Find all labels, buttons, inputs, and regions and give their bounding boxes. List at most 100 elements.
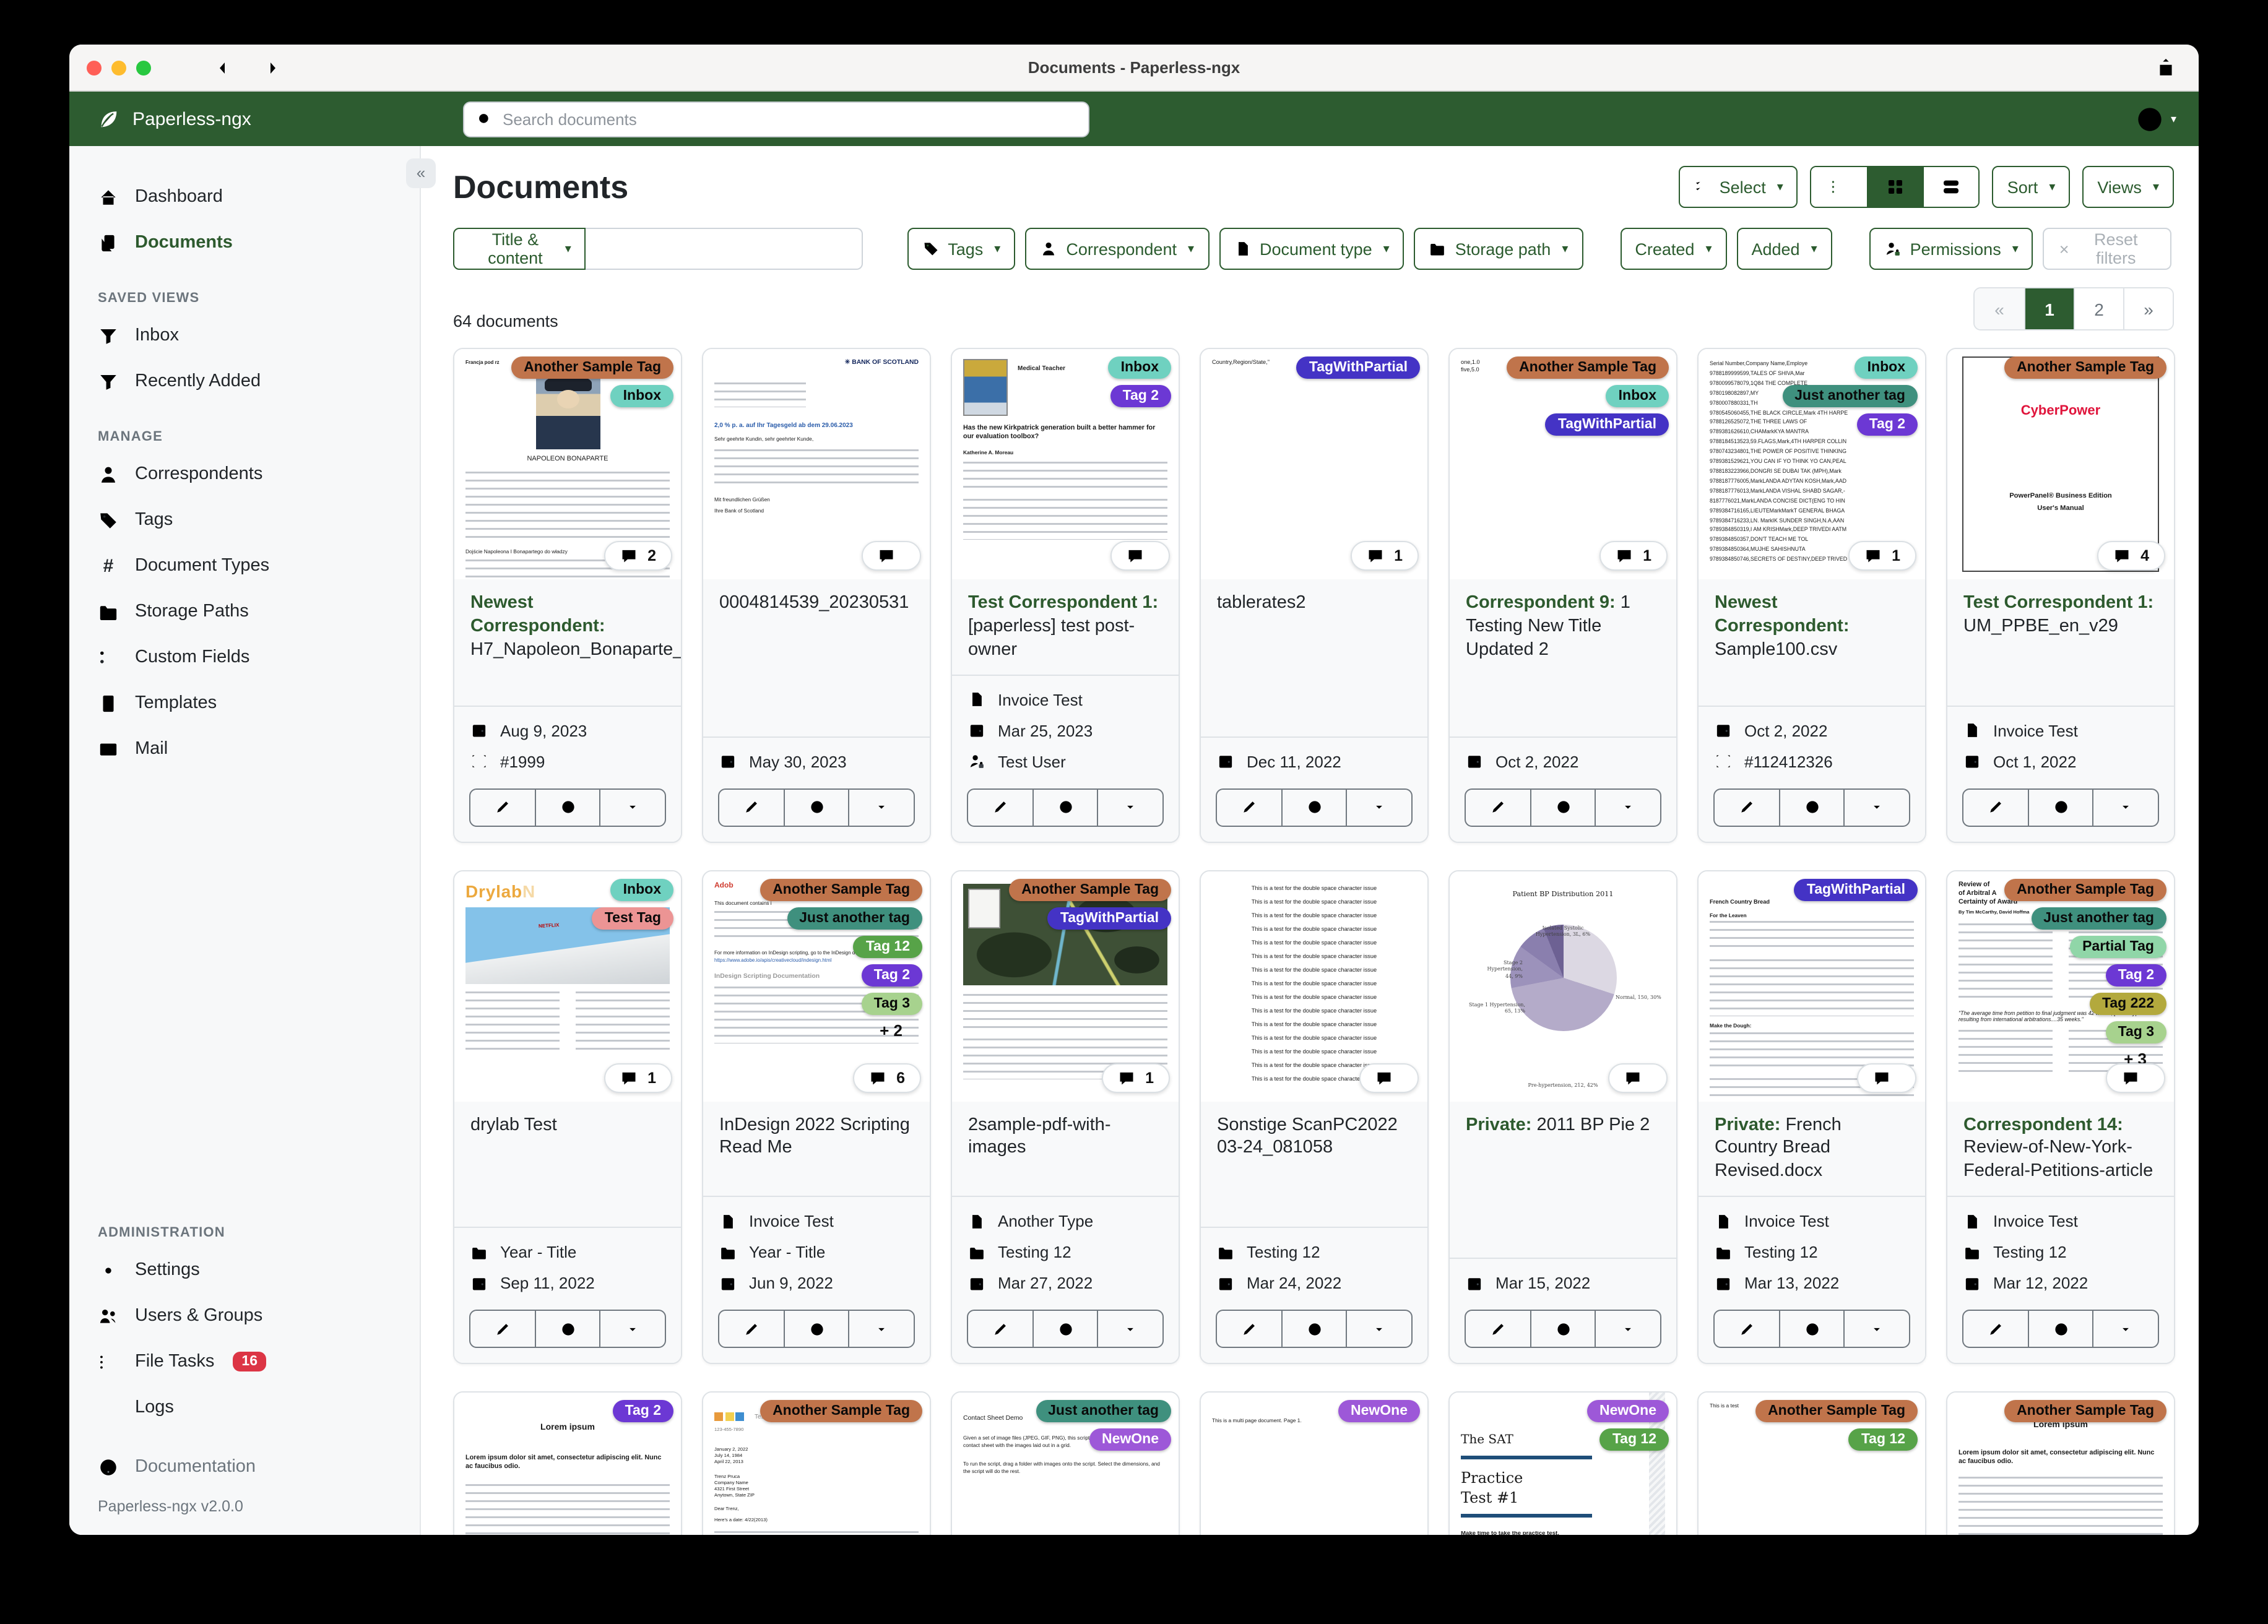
download-button[interactable] [848,1311,914,1347]
tag-pill[interactable]: TagWithPartial [1296,356,1420,379]
pagination-page-1[interactable]: 1 [2024,288,2074,329]
tag-pill[interactable]: Another Sample Tag [1507,356,1669,379]
document-card[interactable]: Adob This document contains i For more inf… [702,870,931,1365]
document-title[interactable]: Newest Correspondent: Sample100.csv [1699,579,1925,705]
view-button[interactable] [2027,789,2092,826]
search-field-dropdown[interactable]: Title & content [453,228,586,270]
document-correspondent[interactable]: Newest Correspondent: [1715,593,1850,636]
minimize-window-button[interactable] [111,61,126,76]
document-card[interactable]: DrylabN NETFLIX Inbox Test Tag 1 drylab Te… [453,870,682,1365]
tag-pill[interactable]: NewOne [1586,1400,1669,1423]
edit-button[interactable] [1715,1311,1778,1347]
document-preview[interactable]: French Country Bread For the Leaven Make t… [1699,871,1925,1102]
document-preview[interactable]: DrylabN NETFLIX Inbox Test Tag 1 [454,871,681,1102]
edit-button[interactable] [1217,1311,1281,1347]
tag-pill[interactable]: Tag 2 [1856,413,1918,436]
document-card[interactable]: Review of of Arbitral A Certainty of Award… [1946,870,2175,1365]
document-preview[interactable]: Medical Teacher Has the new Kirkpatrick g… [952,349,1179,579]
views-button[interactable]: Views [2082,166,2174,208]
document-title[interactable]: Private: 2011 BP Pie 2 [1450,1101,1676,1258]
edit-button[interactable] [968,789,1032,825]
sidebar-item-inbox[interactable]: Inbox [69,314,420,356]
view-button[interactable] [1281,1311,1346,1347]
document-card[interactable]: Patient BP Distribution 2011 Isolated Sys… [1448,870,1677,1365]
view-button[interactable] [783,1311,848,1347]
tag-pill[interactable]: Tag 12 [1599,1428,1669,1451]
edit-button[interactable] [1963,789,2027,825]
tags-filter-button[interactable]: Tags [907,228,1016,270]
tag-pill[interactable]: Just another tag [787,907,922,930]
brand[interactable]: Paperless-ngx [69,107,421,131]
pagination-next-button[interactable]: » [2123,288,2173,329]
comment-count-badge[interactable] [862,541,921,571]
tag-pill[interactable]: Tag 12 [1848,1428,1918,1451]
comment-count-badge[interactable] [1857,1063,1916,1093]
tag-pill[interactable]: Tag 222 [2090,992,2166,1015]
download-button[interactable] [1097,789,1162,826]
download-button[interactable] [1346,1311,1411,1347]
tag-pill[interactable]: Just another tag [2031,907,2166,930]
tag-pill[interactable]: Partial Tag [2070,935,2166,958]
comment-count-badge[interactable]: 1 [1351,541,1419,571]
tag-pill[interactable]: Tag 3 [2105,1021,2166,1043]
sort-button[interactable]: Sort [1992,166,2071,208]
filter-text-input[interactable] [586,228,863,270]
tag-pill[interactable]: Another Sample Tag [2004,1400,2166,1423]
edit-button[interactable] [470,789,534,825]
select-button[interactable]: Select [1678,166,1798,208]
edit-button[interactable] [1466,789,1530,825]
document-card[interactable]: Country,Region/State," TagWithPartial 1 … [1200,348,1429,843]
tag-pill[interactable]: Tag 3 [861,992,922,1015]
document-preview[interactable]: This is a test for the double space char… [1201,871,1427,1102]
document-preview[interactable]: Francja pod rz NAPOLEON BONAPARTE Dojście … [454,349,681,579]
edit-button[interactable] [470,1311,534,1347]
document-preview[interactable]: Patient BP Distribution 2011 Isolated Sys… [1450,871,1676,1102]
sidebar-item-mail[interactable]: Mail [69,728,420,770]
document-correspondent[interactable]: Correspondent 9: [1466,593,1616,613]
document-preview[interactable]: This is a test Another Sample Tag Tag 12 [1699,1393,1925,1535]
document-title[interactable]: Private: French Country Bread Revised.do… [1699,1101,1925,1196]
download-button[interactable] [1843,789,1909,826]
tag-pill[interactable]: Inbox [610,385,673,407]
document-preview[interactable]: Adob This document contains i For more inf… [703,871,930,1102]
document-preview[interactable]: Lorem ipsum Lorem ipsum dolor sit amet, c… [454,1393,681,1535]
share-button[interactable] [2155,57,2176,82]
document-title[interactable]: Correspondent 9: 1 Testing New Title Upd… [1450,579,1676,736]
sidebar-item-tags[interactable]: Tags [69,499,420,541]
document-card[interactable]: CyberPower PowerPanel® Business Edition Us… [1946,348,2175,843]
sidebar-item-recently-added[interactable]: Recently Added [69,360,420,402]
document-card[interactable]: French Country Bread For the Leaven Make t… [1697,870,1926,1365]
document-title[interactable]: Sonstige ScanPC2022 03-24_081058 [1201,1101,1427,1227]
document-card[interactable]: Medical Teacher Has the new Kirkpatrick g… [951,348,1180,843]
comment-count-badge[interactable]: 1 [1848,541,1916,571]
document-preview[interactable]: Country,Region/State," TagWithPartial 1 [1201,349,1427,579]
sidebar-item-file-tasks[interactable]: File Tasks 16 [69,1341,420,1383]
document-card[interactable]: This is a test for the double space char… [1200,870,1429,1365]
sidebar-item-custom-fields[interactable]: Custom Fields [69,636,420,678]
comment-count-badge[interactable]: 6 [853,1063,921,1093]
sidebar-item-storage-paths[interactable]: Storage Paths [69,590,420,633]
download-button[interactable] [599,789,665,826]
document-preview[interactable]: Review of of Arbitral A Certainty of Award… [1947,871,2174,1102]
document-title[interactable]: Test Correspondent 1: [paperless] test p… [952,579,1179,674]
created-filter-button[interactable]: Created [1620,228,1727,270]
tag-pill[interactable]: Tag 12 [853,935,922,958]
zoom-window-button[interactable] [136,61,151,76]
document-card[interactable]: Lorem ipsum Lorem ipsum dolor sit amet, c… [1946,1391,2175,1535]
edit-button[interactable] [719,789,783,825]
view-list-button[interactable] [1811,167,1868,207]
document-card[interactable]: ✳ BANK OF SCOTLAND 2,0 % p. a. auf Ihr Ta… [702,348,931,843]
sidebar-item-logs[interactable]: Logs [69,1386,420,1428]
tag-pill[interactable]: Just another tag [1782,385,1918,407]
edit-button[interactable] [1963,1311,2027,1347]
tag-pill[interactable]: Tag 2 [1110,385,1171,407]
comment-count-badge[interactable] [2106,1063,2165,1093]
global-search[interactable] [463,101,1089,137]
document-card[interactable]: This is a multi page document. Page 1. N… [1200,1391,1429,1535]
view-button[interactable] [783,789,848,826]
sidebar-item-documentation[interactable]: Documentation [69,1446,420,1488]
document-preview[interactable]: one,1.0 five,5.0 Another Sample Tag Inbox T… [1450,349,1676,579]
view-button[interactable] [2027,1311,2092,1347]
forward-icon[interactable] [262,58,282,78]
document-preview[interactable]: This is a multi page document. Page 1. N… [1201,1393,1427,1535]
